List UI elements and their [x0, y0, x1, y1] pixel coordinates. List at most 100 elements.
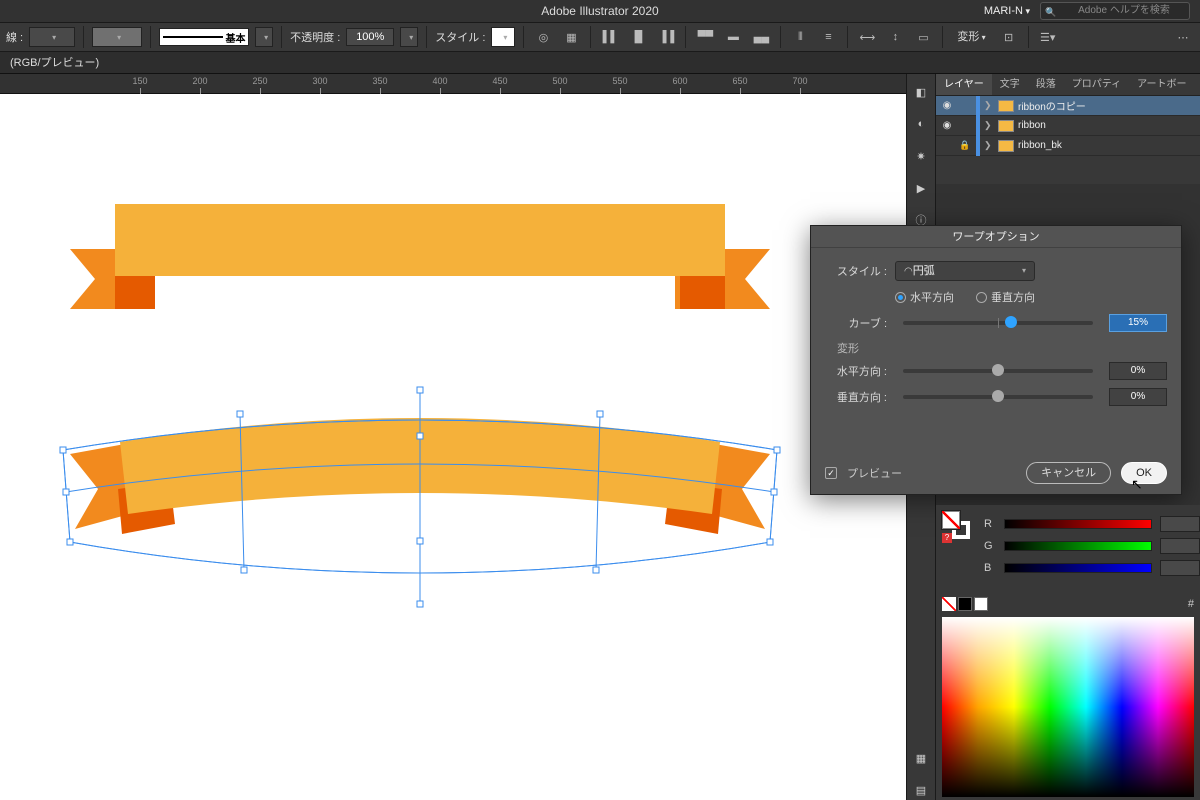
- hdist-slider[interactable]: [903, 369, 1093, 373]
- align-left-icon[interactable]: ▌▌: [599, 26, 621, 48]
- dist-spacing-v-icon[interactable]: ↕: [884, 26, 906, 48]
- r-slider[interactable]: [1004, 519, 1152, 529]
- tab-character[interactable]: 文字: [992, 74, 1028, 95]
- align-vcenter-icon[interactable]: ▬: [722, 26, 744, 48]
- expand-icon[interactable]: ❯: [984, 140, 994, 151]
- channel-r-row: R: [936, 513, 1200, 535]
- vdist-slider[interactable]: [903, 395, 1093, 399]
- style-label: スタイル :: [825, 263, 887, 279]
- tab-properties[interactable]: プロパティ: [1064, 74, 1129, 95]
- layer-thumbnail: [998, 140, 1014, 152]
- color-spectrum[interactable]: [942, 617, 1194, 797]
- transform-menu[interactable]: 変形: [951, 26, 991, 48]
- g-value[interactable]: [1160, 538, 1200, 554]
- visibility-icon[interactable]: ◉: [940, 120, 954, 131]
- opacity-dropdown[interactable]: [400, 27, 418, 47]
- dist-v-icon[interactable]: ≡: [817, 26, 839, 48]
- layer-name[interactable]: ribbonのコピー: [1018, 98, 1196, 113]
- b-value[interactable]: [1160, 560, 1200, 576]
- curve-slider[interactable]: [903, 321, 1093, 325]
- ruler-tick: 300: [305, 76, 335, 86]
- properties-panel-icon[interactable]: ◧: [911, 82, 931, 102]
- tab-paragraph[interactable]: 段落: [1028, 74, 1064, 95]
- vdist-label: 垂直方向 :: [825, 389, 887, 405]
- hdist-value[interactable]: 0%: [1109, 362, 1167, 380]
- stroke-profile-dropdown[interactable]: [255, 27, 273, 47]
- opacity-field[interactable]: 100%: [346, 28, 394, 46]
- ruler-tick: 500: [545, 76, 575, 86]
- user-menu[interactable]: MARI-N: [984, 0, 1030, 22]
- ruler-tick: 400: [425, 76, 455, 86]
- none-color-icon[interactable]: [942, 597, 956, 611]
- dist-h-icon[interactable]: ⫴: [789, 26, 811, 48]
- arrange-icon[interactable]: ☰▾: [1037, 26, 1059, 48]
- options-bar: 線 : 基本 不透明度 : 100% スタイル : ◎ ▦ ▌▌ ▐▌ ▐▐ ▀…: [0, 22, 1200, 52]
- brushes-panel-icon[interactable]: ▤: [911, 780, 931, 800]
- preview-label: プレビュー: [847, 465, 902, 481]
- tab-layers[interactable]: レイヤー: [936, 74, 992, 95]
- layer-name[interactable]: ribbon: [1018, 120, 1196, 131]
- swatches-panel-icon[interactable]: ▦: [911, 748, 931, 768]
- fill-stroke-indicator[interactable]: ?: [942, 511, 970, 539]
- preview-checkbox[interactable]: [825, 467, 837, 479]
- visibility-icon[interactable]: ◉: [940, 100, 954, 111]
- stroke-color-dropdown[interactable]: [92, 27, 142, 47]
- warp-style-dropdown[interactable]: 円弧: [895, 261, 1035, 281]
- ruler-tick: 650: [725, 76, 755, 86]
- expand-icon[interactable]: ❯: [984, 120, 994, 131]
- layer-thumbnail: [998, 100, 1014, 112]
- layer-row[interactable]: 🔒 ❯ ribbon_bk: [936, 136, 1200, 156]
- help-search[interactable]: Adobe ヘルプを検索: [1040, 2, 1190, 20]
- stroke-profile[interactable]: 基本: [159, 28, 249, 46]
- align-right-icon[interactable]: ▐▐: [655, 26, 677, 48]
- orient-vertical-radio[interactable]: 垂直方向: [976, 289, 1035, 305]
- tab-artboards[interactable]: アートボー: [1129, 74, 1194, 95]
- align-hcenter-icon[interactable]: ▐▌: [627, 26, 649, 48]
- ok-button[interactable]: OK: [1121, 462, 1167, 484]
- doc-setup-icon[interactable]: ◎: [532, 26, 554, 48]
- app-title: Adobe Illustrator 2020: [541, 4, 658, 18]
- cursor-icon: ↖: [1131, 476, 1143, 493]
- expand-icon[interactable]: ❯: [984, 100, 994, 111]
- dist-spacing-h-icon[interactable]: ⟷: [856, 26, 878, 48]
- ruler-tick: 600: [665, 76, 695, 86]
- white-swatch[interactable]: [974, 597, 988, 611]
- actions-panel-icon[interactable]: ▶: [911, 178, 931, 198]
- warp-options-dialog: ワープオプション スタイル : 円弧 水平方向 垂直方向 カーブ : 15% 変…: [810, 225, 1182, 495]
- align-bottom-icon[interactable]: ▄▄: [750, 26, 772, 48]
- distort-section-label: 変形: [837, 340, 1167, 356]
- prefs-icon[interactable]: ▦: [560, 26, 582, 48]
- align-to-icon[interactable]: ▭: [912, 26, 934, 48]
- color-panel: ? R G B #: [936, 505, 1200, 800]
- document-tab[interactable]: (RGB/プレビュー): [4, 52, 105, 74]
- g-slider[interactable]: [1004, 541, 1152, 551]
- titlebar: Adobe Illustrator 2020 MARI-N Adobe ヘルプを…: [0, 0, 1200, 22]
- libraries-panel-icon[interactable]: ◐: [911, 114, 931, 134]
- layer-row[interactable]: ◉ ❯ ribbonのコピー: [936, 96, 1200, 116]
- artwork: [0, 94, 906, 800]
- lock-icon[interactable]: 🔒: [958, 140, 972, 151]
- stroke-label: 線 :: [6, 29, 23, 45]
- stroke-weight-dropdown[interactable]: [29, 27, 75, 47]
- appearance-panel-icon[interactable]: ✷: [911, 146, 931, 166]
- color-shortcut-bar: #: [942, 597, 1194, 611]
- style-swatch[interactable]: [491, 27, 515, 47]
- more-options-icon[interactable]: ⋯: [1172, 26, 1194, 48]
- black-swatch[interactable]: [958, 597, 972, 611]
- vdist-value[interactable]: 0%: [1109, 388, 1167, 406]
- curve-value[interactable]: 15%: [1109, 314, 1167, 332]
- layers-panel: レイヤー 文字 段落 プロパティ アートボー ◉ ❯ ribbonのコピー ◉ ❯ rib…: [936, 74, 1200, 184]
- align-top-icon[interactable]: ▀▀: [694, 26, 716, 48]
- canvas[interactable]: [0, 94, 906, 800]
- isolate-icon[interactable]: ⊡: [998, 26, 1020, 48]
- unknown-color-badge: ?: [942, 533, 952, 543]
- ruler-tick: 550: [605, 76, 635, 86]
- orient-horizontal-radio[interactable]: 水平方向: [895, 289, 954, 305]
- layer-thumbnail: [998, 120, 1014, 132]
- b-slider[interactable]: [1004, 563, 1152, 573]
- cancel-button[interactable]: キャンセル: [1026, 462, 1111, 484]
- layer-name[interactable]: ribbon_bk: [1018, 140, 1196, 151]
- ruler-tick: 450: [485, 76, 515, 86]
- r-value[interactable]: [1160, 516, 1200, 532]
- layer-row[interactable]: ◉ ❯ ribbon: [936, 116, 1200, 136]
